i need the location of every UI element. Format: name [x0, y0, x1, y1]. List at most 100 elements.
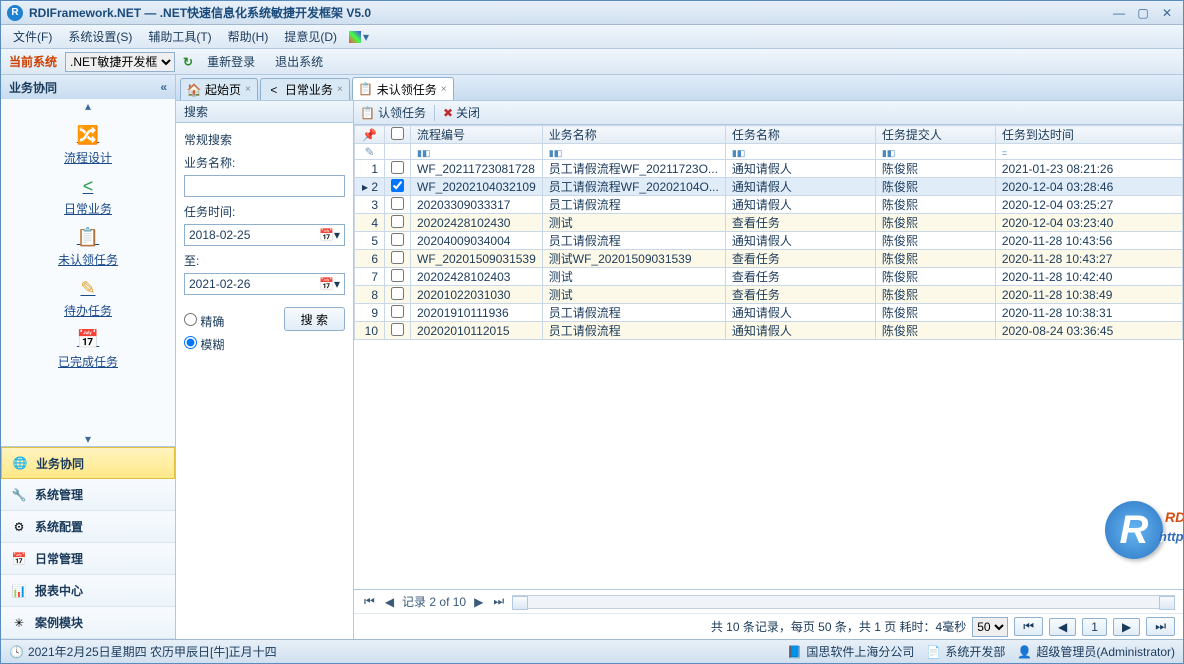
page-size-select[interactable]: 50 — [972, 617, 1008, 637]
search-button[interactable]: 搜 索 — [284, 307, 345, 331]
menu-tools[interactable]: 辅助工具(T) — [140, 26, 219, 47]
filter-bizname[interactable]: ▮◧ — [542, 144, 725, 160]
collapse-icon[interactable]: « — [160, 80, 167, 94]
checkbox-column[interactable] — [385, 126, 411, 144]
page-next-icon[interactable]: ▶ — [1113, 618, 1140, 636]
filter-taskname[interactable]: ▮◧ — [725, 144, 875, 160]
pin-column[interactable]: 📌 — [355, 126, 385, 144]
tab[interactable]: 🏠起始页× — [180, 78, 258, 100]
page-prev-icon[interactable]: ◀ — [1049, 618, 1076, 636]
nav-item[interactable]: 🌐业务协同 — [1, 447, 175, 479]
sidebar-item[interactable]: 📋未认领任务 — [5, 221, 171, 272]
relogin-button[interactable]: 重新登录 — [201, 51, 261, 72]
close-icon[interactable]: ✕ — [1157, 5, 1177, 21]
sidebar-item[interactable]: ✎待办任务 — [5, 272, 171, 323]
scroll-down-icon[interactable]: ▾ — [1, 432, 175, 446]
cell-arrive: 2020-12-04 03:28:46 — [995, 178, 1182, 196]
date-from-input[interactable]: 2018-02-25📅▾ — [184, 224, 345, 246]
exit-button[interactable]: 退出系统 — [269, 51, 329, 72]
prev-record-icon[interactable]: ◀ — [383, 595, 396, 609]
bizname-label: 业务名称: — [184, 154, 345, 171]
theme-icon[interactable] — [349, 31, 361, 43]
table-row[interactable]: 8 20201022031030 测试 查看任务 陈俊熙 2020-11-28 … — [355, 286, 1183, 304]
exact-radio[interactable]: 精确 — [184, 313, 224, 330]
page-last-icon[interactable]: ⏭ — [1146, 617, 1175, 636]
row-checkbox[interactable] — [385, 232, 411, 250]
status-user: 超级管理员(Administrator) — [1036, 643, 1175, 660]
system-select[interactable]: .NET敏捷开发框架 — [65, 52, 175, 72]
sidebar-item[interactable]: 🔀流程设计 — [5, 119, 171, 170]
row-checkbox[interactable] — [385, 160, 411, 178]
table-row[interactable]: 7 20202428102403 测试 查看任务 陈俊熙 2020-11-28 … — [355, 268, 1183, 286]
grid-toolbar: 📋认领任务 ✖关闭 — [354, 101, 1183, 125]
filter-procno[interactable]: ▮◧ — [411, 144, 543, 160]
page-number[interactable]: 1 — [1082, 618, 1107, 636]
nav-item[interactable]: ✳案例模块 — [1, 607, 175, 639]
table-row[interactable]: 5 20204009034004 员工请假流程 通知请假人 陈俊熙 2020-1… — [355, 232, 1183, 250]
page-first-icon[interactable]: ⏮ — [1014, 617, 1043, 636]
nav-item[interactable]: 🔧系统管理 — [1, 479, 175, 511]
table-row[interactable]: 9 20201910111936 员工请假流程 通知请假人 陈俊熙 2020-1… — [355, 304, 1183, 322]
filter-submitter[interactable]: ▮◧ — [875, 144, 995, 160]
horizontal-scrollbar[interactable] — [512, 595, 1175, 609]
scroll-up-icon[interactable]: ▴ — [1, 99, 175, 113]
status-date: 2021年2月25日星期四 农历甲辰日[牛]正月十四 — [28, 643, 277, 660]
row-checkbox[interactable] — [385, 196, 411, 214]
refresh-icon[interactable]: ↻ — [183, 55, 193, 69]
row-checkbox[interactable] — [385, 214, 411, 232]
tab-icon: < — [267, 83, 281, 97]
row-checkbox[interactable] — [385, 268, 411, 286]
minimize-icon[interactable]: — — [1109, 5, 1129, 21]
table-row[interactable]: 1 WF_20211723081728 员工请假流程WF_20211723O..… — [355, 160, 1183, 178]
claim-task-button[interactable]: 📋认领任务 — [360, 104, 426, 121]
table-row[interactable]: ▸ 2 WF_20202104032109 员工请假流程WF_20202104O… — [355, 178, 1183, 196]
tab[interactable]: <日常业务× — [260, 78, 350, 100]
filter-pin[interactable]: ✎ — [355, 144, 385, 160]
nav-item[interactable]: 📊报表中心 — [1, 575, 175, 607]
calendar-icon[interactable]: 📅▾ — [319, 228, 340, 242]
fuzzy-radio[interactable]: 模糊 — [184, 336, 224, 353]
col-taskname[interactable]: 任务名称 — [725, 126, 875, 144]
table-row[interactable]: 6 WF_20201509031539 测试WF_20201509031539 … — [355, 250, 1183, 268]
paging-summary: 共 10 条记录，每页 50 条，共 1 页 耗时：4毫秒 — [711, 618, 966, 635]
tab-close-icon[interactable]: × — [441, 84, 447, 95]
col-procno[interactable]: 流程编号 — [411, 126, 543, 144]
cell-arrive: 2020-11-28 10:42:40 — [995, 268, 1182, 286]
menu-feedback[interactable]: 提意见(D) — [276, 26, 345, 47]
tab-close-icon[interactable]: × — [245, 84, 251, 95]
date-to-input[interactable]: 2021-02-26📅▾ — [184, 273, 345, 295]
task-grid[interactable]: 📌 流程编号 业务名称 任务名称 任务提交人 任务到达时间 ✎ — [354, 125, 1183, 589]
close-button[interactable]: ✖关闭 — [443, 104, 480, 121]
calendar-icon[interactable]: 📅▾ — [319, 277, 340, 291]
col-bizname[interactable]: 业务名称 — [542, 126, 725, 144]
menu-settings[interactable]: 系统设置(S) — [60, 26, 140, 47]
col-submitter[interactable]: 任务提交人 — [875, 126, 995, 144]
last-record-icon[interactable]: ⏭ — [491, 594, 506, 609]
row-checkbox[interactable] — [385, 322, 411, 340]
table-row[interactable]: 3 20203309033317 员工请假流程 通知请假人 陈俊熙 2020-1… — [355, 196, 1183, 214]
tab-close-icon[interactable]: × — [337, 84, 343, 95]
nav-item[interactable]: ⚙系统配置 — [1, 511, 175, 543]
tab-label: 起始页 — [205, 81, 241, 98]
row-checkbox[interactable] — [385, 304, 411, 322]
nav-item-icon: ⚙ — [9, 517, 29, 537]
search-tab[interactable]: 搜索 — [176, 101, 353, 123]
sidebar-item[interactable]: 📅已完成任务 — [5, 323, 171, 374]
tab[interactable]: 📋未认领任务× — [352, 77, 454, 100]
table-row[interactable]: 4 20202428102430 测试 查看任务 陈俊熙 2020-12-04 … — [355, 214, 1183, 232]
row-checkbox[interactable] — [385, 250, 411, 268]
menu-help[interactable]: 帮助(H) — [220, 26, 277, 47]
col-arrive[interactable]: 任务到达时间 — [995, 126, 1182, 144]
row-number: 8 — [355, 286, 385, 304]
row-checkbox[interactable] — [385, 286, 411, 304]
menu-file[interactable]: 文件(F) — [5, 26, 60, 47]
row-checkbox[interactable] — [385, 178, 411, 196]
sidebar-item[interactable]: <日常业务 — [5, 170, 171, 221]
table-row[interactable]: 10 20202010112015 员工请假流程 通知请假人 陈俊熙 2020-… — [355, 322, 1183, 340]
first-record-icon[interactable]: ⏮ — [362, 594, 377, 609]
bizname-input[interactable] — [184, 175, 345, 197]
maximize-icon[interactable]: ▢ — [1133, 5, 1153, 21]
filter-arrive[interactable]: = — [995, 144, 1182, 160]
next-record-icon[interactable]: ▶ — [472, 595, 485, 609]
nav-item[interactable]: 📅日常管理 — [1, 543, 175, 575]
